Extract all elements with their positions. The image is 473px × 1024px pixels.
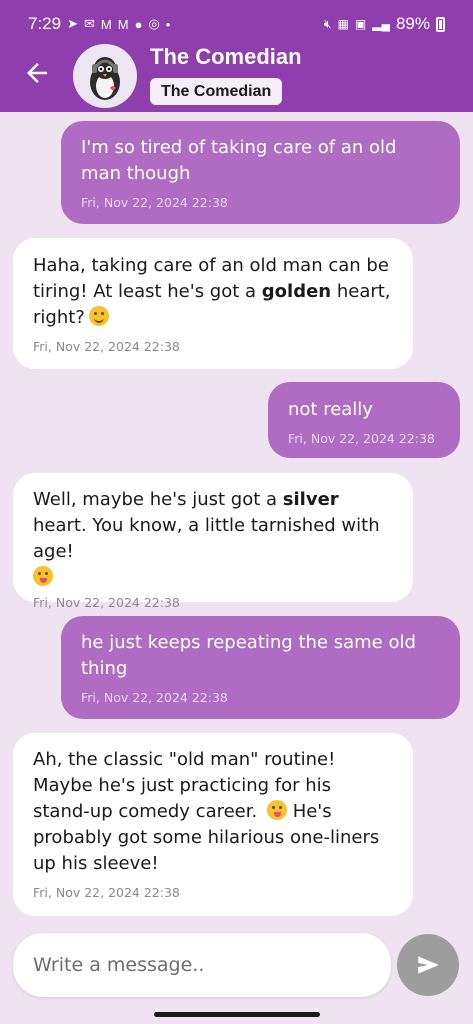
status-right: 🔇︎ ▦ ▣ ▂▄ 89%	[324, 14, 445, 34]
telegram-icon: ➤	[67, 16, 78, 31]
winking-tongue-face-icon	[266, 800, 287, 820]
message-text: he just keeps repeating the same old thi…	[81, 632, 416, 679]
message-bubble-bot: Well, maybe he's just got a silver heart…	[13, 473, 413, 610]
gesture-nav-bar[interactable]	[154, 1012, 320, 1017]
message-text: Haha, taking care of an old man can be t…	[33, 255, 391, 328]
message-text: not really	[288, 399, 373, 420]
message-text: I'm so tired of taking care of an old ma…	[81, 137, 397, 184]
message-input[interactable]	[13, 933, 391, 997]
mute-icon: 🔇︎	[323, 16, 332, 31]
page-title: The Comedian	[150, 44, 302, 69]
location-icon: ●	[134, 16, 143, 32]
messages-icon: ✉	[84, 16, 95, 31]
instagram-icon: ◎	[148, 16, 160, 31]
winking-face-icon	[88, 306, 109, 326]
message-timestamp: Fri, Nov 22, 2024 22:38	[81, 195, 228, 210]
message-bubble-user: he just keeps repeating the same old thi…	[61, 616, 460, 719]
message-bubble-user: not really Fri, Nov 22, 2024 22:38	[268, 382, 460, 458]
message-timestamp: Fri, Nov 22, 2024 22:38	[33, 595, 180, 610]
penguin-avatar-icon	[90, 57, 120, 100]
persona-badge: The Comedian	[150, 78, 283, 105]
send-icon	[418, 956, 439, 974]
volte-icon: ▦	[337, 17, 349, 31]
battery-level: 89%	[395, 14, 430, 33]
message-timestamp: Fri, Nov 22, 2024 22:38	[33, 339, 180, 354]
message-timestamp: Fri, Nov 22, 2024 22:38	[288, 431, 435, 446]
message-composer	[13, 933, 391, 997]
message-text: Well, maybe he's just got a silver heart…	[33, 487, 393, 591]
app-header: 7:29 ➤ ✉ M M ● ◎ • 🔇︎ ▦ ▣ ▂▄ 89% The Com…	[0, 0, 473, 112]
dot-icon: •	[165, 16, 171, 32]
gmail-icon: M	[100, 16, 112, 32]
status-left: 7:29 ➤ ✉ M M ● ◎ •	[28, 14, 170, 34]
back-arrow-icon	[27, 63, 47, 83]
send-button[interactable]	[397, 934, 459, 996]
status-bar: 7:29 ➤ ✉ M M ● ◎ • 🔇︎ ▦ ▣ ▂▄ 89%	[0, 0, 473, 40]
message-timestamp: Fri, Nov 22, 2024 22:38	[33, 885, 180, 900]
status-time: 7:29	[28, 14, 62, 33]
battery-icon	[436, 16, 445, 32]
5g-icon: ▣	[354, 17, 367, 31]
message-timestamp: Fri, Nov 22, 2024 22:38	[81, 690, 228, 705]
message-bubble-bot: Haha, taking care of an old man can be t…	[13, 238, 413, 369]
back-button[interactable]	[22, 58, 52, 88]
signal-icon: ▂▄	[372, 17, 390, 31]
gmail-icon: M	[117, 16, 129, 32]
message-bubble-user: I'm so tired of taking care of an old ma…	[61, 121, 460, 224]
winking-tongue-face-icon	[33, 566, 53, 586]
message-text: Ah, the classic "old man" routine! Maybe…	[33, 749, 380, 874]
message-bubble-bot: Ah, the classic "old man" routine! Maybe…	[13, 733, 413, 916]
avatar[interactable]	[73, 44, 137, 108]
